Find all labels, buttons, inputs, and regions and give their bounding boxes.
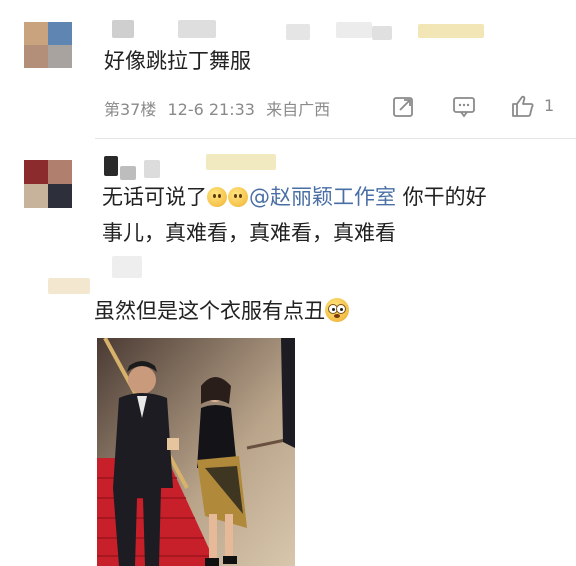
attached-photo[interactable] <box>97 338 295 566</box>
comment-text: 好像跳拉丁舞服 <box>104 49 251 73</box>
shocked-emoji-icon <box>325 298 349 322</box>
mention-link[interactable]: @赵丽颖工作室 <box>249 185 396 209</box>
avatar[interactable] <box>24 160 72 208</box>
smile-emoji-icon <box>207 187 227 207</box>
smile-emoji-icon <box>228 187 248 207</box>
comment-text-line2: 事儿，真难看，真难看，真难看 <box>102 221 396 245</box>
floor-number: 第37楼 <box>104 100 157 119</box>
comment-text-body: 虽然但是这个衣服有点丑 <box>94 299 325 323</box>
comment-text: 无话可说了 @赵丽颖工作室 你干的好 <box>102 180 487 214</box>
comment-icon[interactable] <box>452 96 476 118</box>
divider <box>95 138 576 139</box>
comment-meta: 第37楼 12-6 21:33 来自广西 <box>104 96 330 120</box>
share-icon[interactable] <box>392 96 416 118</box>
thumbs-up-icon <box>510 94 536 122</box>
timestamp: 12-6 21:33 <box>167 100 255 119</box>
like-count: 1 <box>544 96 555 115</box>
comment-text-prefix: 无话可说了 <box>102 185 207 209</box>
avatar[interactable] <box>24 22 72 68</box>
comment-text-suffix: 你干的好 <box>396 185 487 209</box>
comment-text: 虽然但是这个衣服有点丑 <box>94 294 349 328</box>
location: 来自广西 <box>266 100 331 119</box>
